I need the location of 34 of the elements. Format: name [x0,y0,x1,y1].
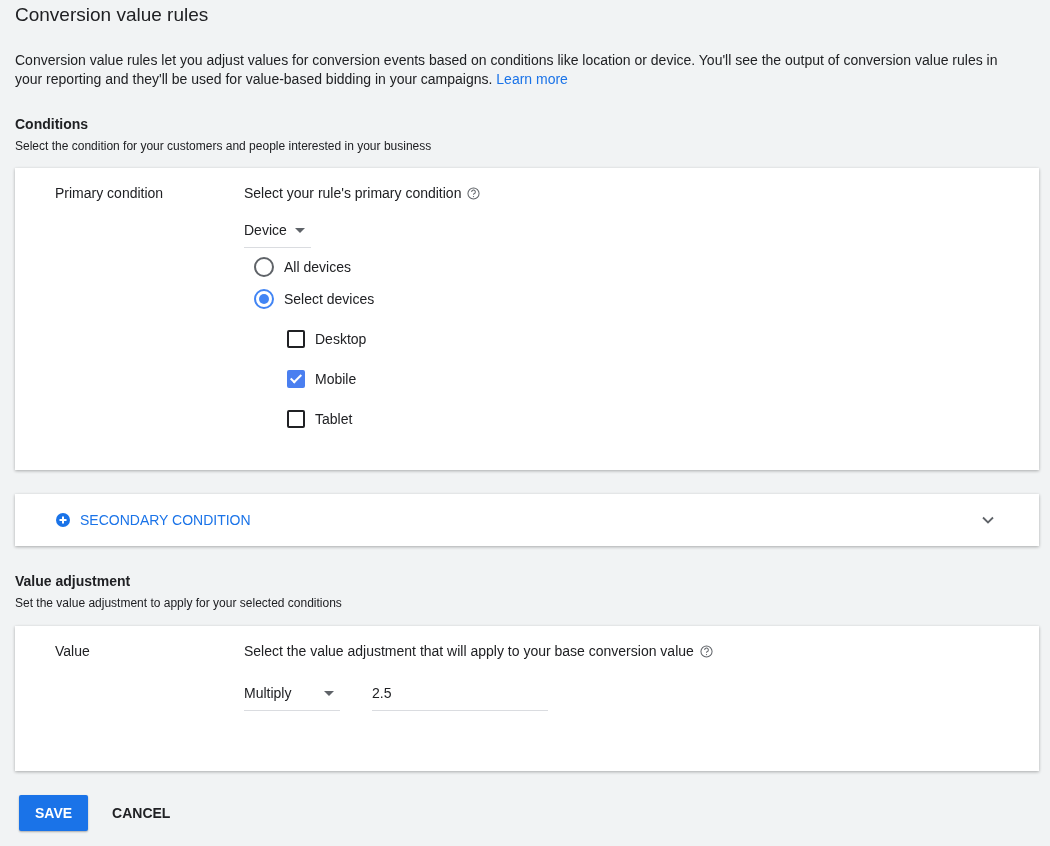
page-title: Conversion value rules [15,3,210,27]
value-input[interactable]: 2.5 [372,685,548,711]
dropdown-arrow-icon [324,690,334,696]
field-prompt: Select your rule's primary condition [244,184,462,202]
add-icon [56,513,70,527]
section-subtitle: Set the value adjustment to apply for your selected conditions [15,595,343,611]
dropdown-arrow-icon [294,227,305,233]
radio-button[interactable] [254,257,274,277]
checkbox-label: Desktop [315,330,367,349]
checkbox-label: Tablet [315,410,353,429]
help-icon[interactable] [699,644,713,658]
field-prompt: Select the value adjustment that will apply to your base conversion value [244,642,694,660]
radio-label: Select devices [284,290,375,309]
save-button[interactable]: SAVE [19,795,89,831]
section-heading: Value adjustment [15,572,132,590]
checkbox[interactable] [287,370,305,388]
condition-dropdown[interactable]: Device [244,222,311,248]
intro-paragraph: Conversion value rules let you adjust values for conversion events based on conditions like location or device. You'll see the output of conversion value rules in your reporting and they'll be used for value-based bidding in your campaigns. Learn more [15,51,999,89]
radio-button[interactable] [254,289,274,309]
operation-dropdown[interactable]: Multiply [244,685,340,711]
section-subtitle: Select the condition for your customers and people interested in your business [15,138,433,154]
checkbox[interactable] [287,330,305,348]
radio-label: All devices [284,258,351,277]
checkbox-label: Mobile [315,370,357,389]
section-heading: Conditions [15,115,90,133]
chevron-icon[interactable] [982,516,994,524]
cancel-button[interactable]: CANCEL [96,795,187,831]
field-label: Value [55,642,91,661]
secondary-condition-panel[interactable]: SECONDARY CONDITION [15,494,1039,546]
checkbox[interactable] [287,410,305,428]
learn-more-link[interactable]: Learn more [496,71,568,87]
help-icon[interactable] [467,186,481,200]
field-label: Primary condition [55,184,165,203]
secondary-condition-label: SECONDARY CONDITION [80,512,252,528]
